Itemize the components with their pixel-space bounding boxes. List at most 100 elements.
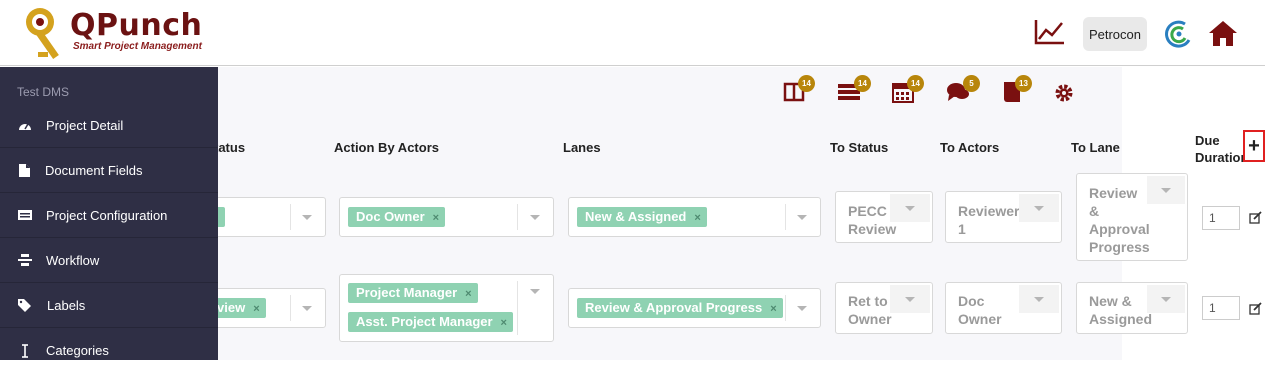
header-to-actors: To Actors	[940, 140, 1000, 155]
row1-actors-select[interactable]: Doc Owner ×	[339, 197, 554, 237]
row2-from-status-tag[interactable]: view ×	[213, 298, 266, 318]
row2-to-status-value: Ret to Owner	[848, 292, 892, 328]
row2-to-status-select[interactable]: Ret to Owner	[835, 282, 933, 334]
row1-to-actors-value: Reviewer 1	[958, 202, 1019, 238]
header-action-by-actors: Action By Actors	[334, 140, 439, 155]
toolbar-comments-button[interactable]: 5	[946, 75, 980, 108]
row2-from-status-select[interactable]: view ×	[200, 288, 326, 328]
row1-edit-icon[interactable]	[1249, 211, 1262, 224]
row1-to-status-value: PECC Review	[848, 202, 896, 238]
header-from-status: tatus	[214, 140, 246, 155]
row1-due-duration-input[interactable]: 1	[1202, 206, 1240, 230]
row2-lane-tag[interactable]: Review & Approval Progress ×	[577, 298, 783, 318]
analytics-chart-icon[interactable]	[1034, 18, 1066, 46]
text-line: Progress	[1089, 239, 1150, 255]
sidebar-item-categories[interactable]: Categories	[0, 328, 218, 373]
row2-actor-tag-2[interactable]: Asst. Project Manager ×	[348, 312, 513, 332]
remove-tag-icon[interactable]: ×	[253, 303, 259, 315]
text-line: Review	[1089, 185, 1138, 201]
toolbar-calendar-button[interactable]: 14	[892, 75, 924, 108]
doc-panel-count-badge: 14	[798, 75, 815, 92]
row2-lanes-select[interactable]: Review & Approval Progress ×	[568, 288, 821, 328]
chevron-down-icon[interactable]	[530, 289, 540, 294]
remove-tag-icon[interactable]: ×	[433, 212, 439, 224]
text-line: Review	[848, 221, 897, 237]
text-line: Assigned	[1089, 311, 1153, 327]
chevron-down-icon[interactable]	[1161, 188, 1171, 193]
chevron-down-icon[interactable]	[797, 305, 807, 311]
toolbar-book-button[interactable]: 13	[1002, 75, 1032, 108]
sidebar-menu: Test DMS Project Detail Document Fields …	[0, 67, 218, 360]
logo-title: QPunch	[70, 8, 203, 43]
row2-actors-select[interactable]: Project Manager × Asst. Project Manager ×	[339, 274, 554, 342]
remove-tag-icon[interactable]: ×	[694, 212, 700, 224]
home-icon[interactable]	[1207, 19, 1239, 47]
chevron-down-icon[interactable]	[302, 214, 312, 220]
sidebar-item-label: Project Detail	[46, 117, 124, 133]
row2-to-actors-select[interactable]: Doc Owner	[945, 282, 1062, 334]
row2-to-lane-select[interactable]: New & Assigned	[1076, 282, 1188, 334]
dashboard-icon	[19, 123, 31, 130]
chevron-down-icon[interactable]	[1034, 297, 1044, 302]
add-transition-button[interactable]: +	[1243, 130, 1265, 162]
header-to-lane: To Lane	[1071, 140, 1120, 155]
toolbar-list-button[interactable]: 14	[837, 75, 871, 108]
document-icon	[19, 163, 30, 177]
chevron-down-icon[interactable]	[530, 214, 540, 220]
tags-icon	[18, 298, 31, 312]
text-line: Owner	[848, 311, 892, 327]
row1-to-lane-select[interactable]: Review & Approval Progress	[1076, 173, 1188, 261]
chevron-down-icon[interactable]	[302, 305, 312, 311]
sidebar-item-label: Project Configuration	[46, 207, 168, 223]
sidebar-item-label: Labels	[47, 297, 86, 313]
gear-icon	[1055, 84, 1073, 102]
chevron-down-icon[interactable]	[905, 206, 915, 211]
book-count-badge: 13	[1015, 75, 1032, 92]
top-header: QPunch Smart Project Management Petrocon	[0, 0, 1265, 66]
chevron-down-icon[interactable]	[1161, 297, 1171, 302]
remove-tag-icon[interactable]: ×	[465, 288, 471, 300]
chevron-down-icon[interactable]	[905, 297, 915, 302]
category-icon	[22, 343, 28, 358]
sidebar-item-label: Document Fields	[45, 162, 143, 178]
text-line: 1	[958, 221, 966, 237]
row1-lane-tag[interactable]: New & Assigned ×	[577, 207, 707, 227]
text-line: Doc	[958, 293, 985, 309]
configuration-icon	[18, 210, 32, 220]
text-line: Ret to	[848, 293, 888, 309]
header-lanes: Lanes	[563, 140, 601, 155]
qpunch-logo[interactable]: QPunch Smart Project Management	[20, 6, 220, 64]
row1-to-actors-select[interactable]: Reviewer 1	[945, 191, 1062, 243]
text-line: &	[1089, 203, 1100, 219]
row1-to-lane-value: Review & Approval Progress	[1089, 184, 1150, 256]
row2-edit-icon[interactable]	[1249, 302, 1262, 315]
remove-tag-icon[interactable]: ×	[501, 317, 507, 329]
row1-from-status-select[interactable]	[200, 197, 326, 237]
list-count-badge: 14	[854, 75, 871, 92]
sidebar-item-workflow[interactable]: Workflow	[0, 238, 218, 283]
chevron-down-icon[interactable]	[797, 214, 807, 220]
organization-button[interactable]: Petrocon	[1083, 17, 1147, 51]
sidebar-item-project-configuration[interactable]: Project Configuration	[0, 193, 218, 238]
text-line: New &	[1089, 293, 1132, 309]
sidebar-item-labels[interactable]: Labels	[0, 283, 218, 328]
row1-actor-tag-label: Doc Owner	[356, 209, 425, 224]
header-duration-line: Duration	[1195, 150, 1249, 165]
sidebar-project-title: Test DMS	[17, 85, 70, 99]
row1-actor-tag[interactable]: Doc Owner ×	[348, 207, 446, 227]
row1-to-status-select[interactable]: PECC Review	[835, 191, 933, 243]
sidebar-item-project-detail[interactable]: Project Detail	[0, 103, 218, 148]
header-to-status: To Status	[830, 140, 889, 155]
toolbar-settings-button[interactable]	[1054, 83, 1074, 108]
row2-actor-tag-1[interactable]: Project Manager ×	[348, 283, 478, 303]
toolbar-doc-panel-button[interactable]: 14	[783, 75, 815, 108]
row1-lanes-select[interactable]: New & Assigned ×	[568, 197, 821, 237]
sidebar-item-document-fields[interactable]: Document Fields	[0, 148, 218, 193]
row2-actor-tag-label: Project Manager	[356, 285, 458, 300]
row2-due-duration-input[interactable]: 1	[1202, 296, 1240, 320]
header-due-duration: Due Duration	[1195, 132, 1248, 166]
sidebar-item-label: Categories	[46, 343, 109, 358]
chevron-down-icon[interactable]	[1034, 206, 1044, 211]
row2-to-actors-value: Doc Owner	[958, 292, 1002, 328]
remove-tag-icon[interactable]: ×	[770, 303, 776, 315]
